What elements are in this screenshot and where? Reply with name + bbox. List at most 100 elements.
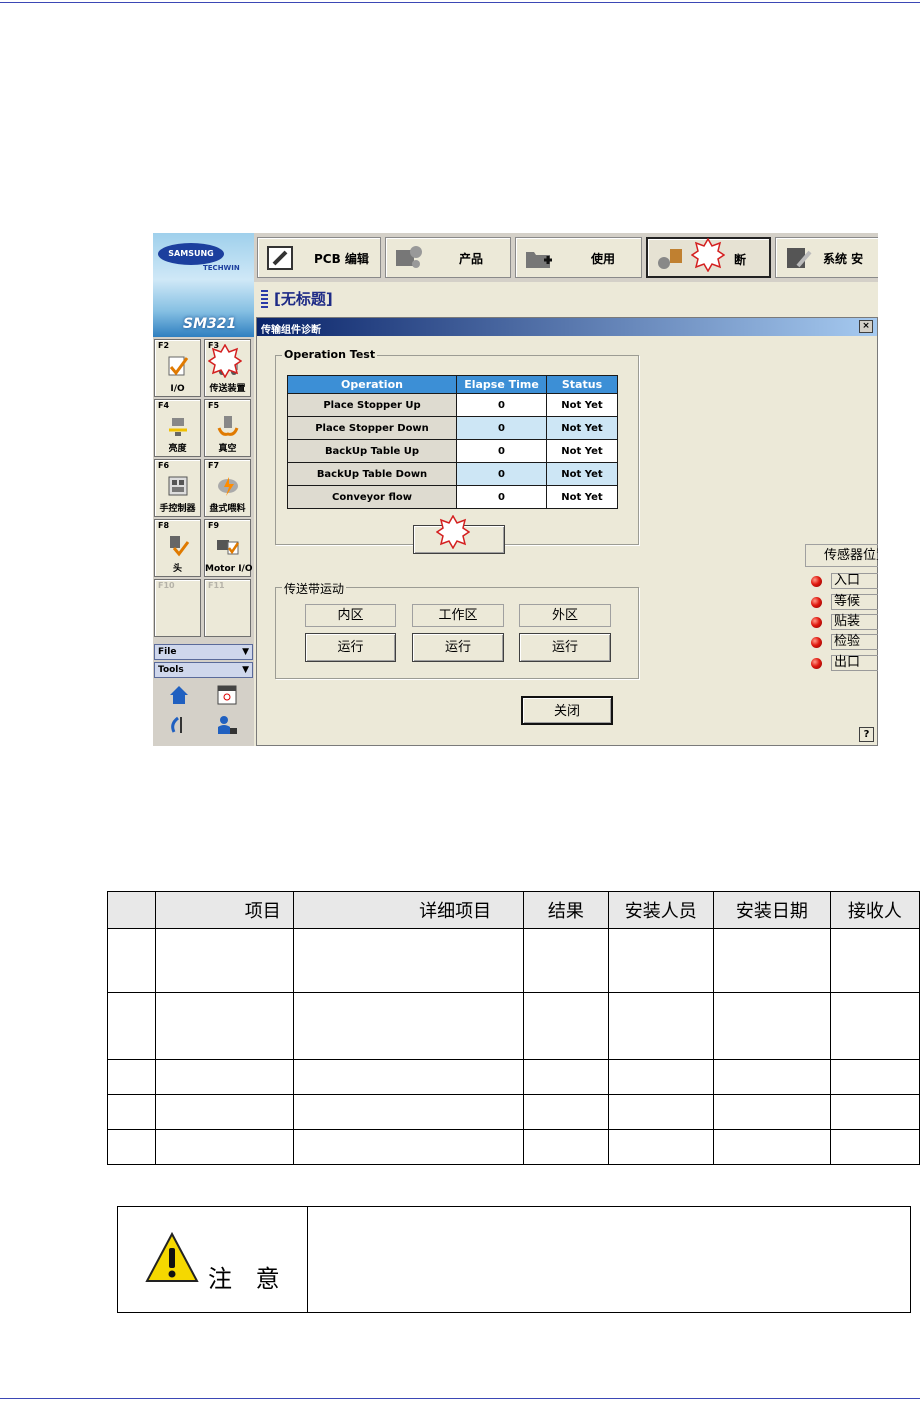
file-menu[interactable]: File ▼ — [154, 644, 253, 660]
document-title: [无标题] — [274, 290, 333, 308]
tab-system-settings[interactable]: 系统 安 — [775, 237, 878, 278]
pcb-edit-icon — [267, 246, 293, 270]
table-cell — [607, 1094, 714, 1130]
table-cell — [292, 1129, 525, 1165]
fkey-code: F10 — [158, 581, 175, 590]
fkey-label: 亮度 — [168, 444, 187, 454]
table-cell — [829, 1129, 920, 1165]
left-function-panel: SAMSUNG TECHWIN SM321 F2 I/O F3 传送装置 F4 … — [153, 233, 254, 746]
fkey-f6-hand-controller[interactable]: F6 手控制器 — [154, 459, 201, 517]
sensor-led-icon — [811, 637, 822, 648]
dialog-titlebar: 传输组件诊断 × — [257, 318, 877, 336]
fkey-f8-head[interactable]: F8 头 — [154, 519, 201, 577]
fkey-label: 真空 — [218, 444, 237, 454]
sensor-inspect-label: 检验 — [831, 634, 878, 650]
help-icon[interactable]: ? — [859, 727, 874, 742]
sensor-entry-label: 入口 — [831, 573, 878, 589]
elapse-cell: 0 — [456, 485, 547, 509]
operation-cell: Place Stopper Up — [287, 393, 457, 417]
col-index — [107, 891, 156, 929]
home-icon[interactable] — [168, 684, 190, 706]
page-top-rule — [0, 2, 920, 3]
col-status: Status — [546, 375, 618, 394]
table-row[interactable]: BackUp Table Down 0 Not Yet — [287, 462, 618, 486]
close-icon[interactable]: × — [859, 320, 873, 333]
table-row — [107, 1129, 920, 1165]
table-cell — [829, 1094, 920, 1130]
elapse-cell: 0 — [456, 439, 547, 463]
status-cell: Not Yet — [546, 416, 618, 440]
fkey-label: 头 — [172, 564, 182, 574]
table-row — [107, 1059, 920, 1095]
table-row[interactable]: Place Stopper Up 0 Not Yet — [287, 393, 618, 417]
fkey-f2-io[interactable]: F2 I/O — [154, 339, 201, 397]
operator-icon[interactable] — [216, 714, 238, 736]
techwin-text: TECHWIN — [203, 264, 240, 272]
layout-grid-icon[interactable] — [216, 684, 238, 706]
grip-handle — [261, 290, 268, 308]
fkey-code: F2 — [158, 341, 170, 350]
table-cell — [829, 928, 920, 993]
arrows-icon[interactable] — [168, 714, 190, 736]
fkey-f7-tray-feeder[interactable]: F7 盘式喂料 — [204, 459, 251, 517]
sensor-exit-label: 出口 — [831, 655, 878, 671]
table-cell — [107, 1059, 156, 1095]
table-cell — [607, 992, 714, 1060]
model-text: SM321 — [183, 316, 237, 332]
tab-pcb-edit[interactable]: PCB 编辑 — [257, 237, 381, 278]
tab-use[interactable]: 使用 — [515, 237, 642, 278]
table-cell — [292, 992, 525, 1060]
system-settings-icon — [787, 248, 812, 268]
motor-io-icon — [217, 540, 240, 555]
conveyor-motion-label: 传送带运动 — [282, 580, 347, 597]
table-cell — [712, 1059, 831, 1095]
tools-menu[interactable]: Tools ▼ — [154, 662, 253, 678]
fkey-code: F7 — [208, 461, 220, 470]
sensor-led-icon — [811, 658, 822, 669]
gears-icon — [396, 246, 422, 268]
fkey-f10[interactable]: F10 — [154, 579, 201, 637]
table-cell — [712, 928, 831, 993]
zone-work-label: 工作区 — [412, 604, 504, 627]
sensor-led-icon — [811, 576, 822, 587]
vacuum-icon — [217, 416, 239, 436]
table-cell — [154, 1059, 294, 1095]
page-bottom-rule — [0, 1398, 920, 1399]
fkey-code: F9 — [208, 521, 220, 530]
table-cell — [829, 992, 920, 1060]
zone-outer-label: 外区 — [519, 604, 611, 627]
fkey-code: F4 — [158, 401, 170, 410]
sensor-mount-label: 贴装 — [831, 614, 878, 630]
table-cell — [292, 928, 525, 993]
operation-table: Operation Elapse Time Status Place Stopp… — [287, 375, 618, 509]
fkey-label: Motor I/O — [205, 564, 253, 574]
table-cell — [607, 1129, 714, 1165]
conveyor-motion-group: 传送带运动 内区 工作区 外区 运行 运行 运行 — [275, 580, 639, 679]
run-inner-button[interactable]: 运行 — [305, 633, 396, 662]
fkey-f4-brightness[interactable]: F4 亮度 — [154, 399, 201, 457]
close-button[interactable]: 关闭 — [521, 696, 613, 725]
table-row[interactable]: Conveyor flow 0 Not Yet — [287, 485, 618, 509]
fkey-f5-vacuum[interactable]: F5 真空 — [204, 399, 251, 457]
table-cell — [107, 1094, 156, 1130]
col-installer: 安装人员 — [607, 891, 714, 929]
fkey-code: F8 — [158, 521, 170, 530]
callout-marker-icon — [691, 238, 725, 272]
callout-marker-icon — [208, 344, 242, 378]
table-cell — [292, 1059, 525, 1095]
samsung-logo: SAMSUNG — [158, 243, 224, 265]
run-work-button[interactable]: 运行 — [412, 633, 504, 662]
table-row[interactable]: Place Stopper Down 0 Not Yet — [287, 416, 618, 440]
run-outer-button[interactable]: 运行 — [519, 633, 611, 662]
table-cell — [523, 1129, 609, 1165]
hand-controller-icon — [168, 476, 188, 496]
chevron-down-icon: ▼ — [242, 647, 249, 657]
table-row[interactable]: BackUp Table Up 0 Not Yet — [287, 439, 618, 463]
table-row — [107, 1094, 920, 1130]
tab-product[interactable]: 产品 — [385, 237, 511, 278]
logo-area: SAMSUNG TECHWIN SM321 — [153, 233, 254, 337]
fkey-f9-motor-io[interactable]: F9 Motor I/O — [204, 519, 253, 577]
fkey-f11[interactable]: F11 — [204, 579, 251, 637]
col-install-date: 安装日期 — [712, 891, 831, 929]
installation-record-table: 项目 详细项目 结果 安装人员 安装日期 接收人 — [107, 891, 920, 1165]
